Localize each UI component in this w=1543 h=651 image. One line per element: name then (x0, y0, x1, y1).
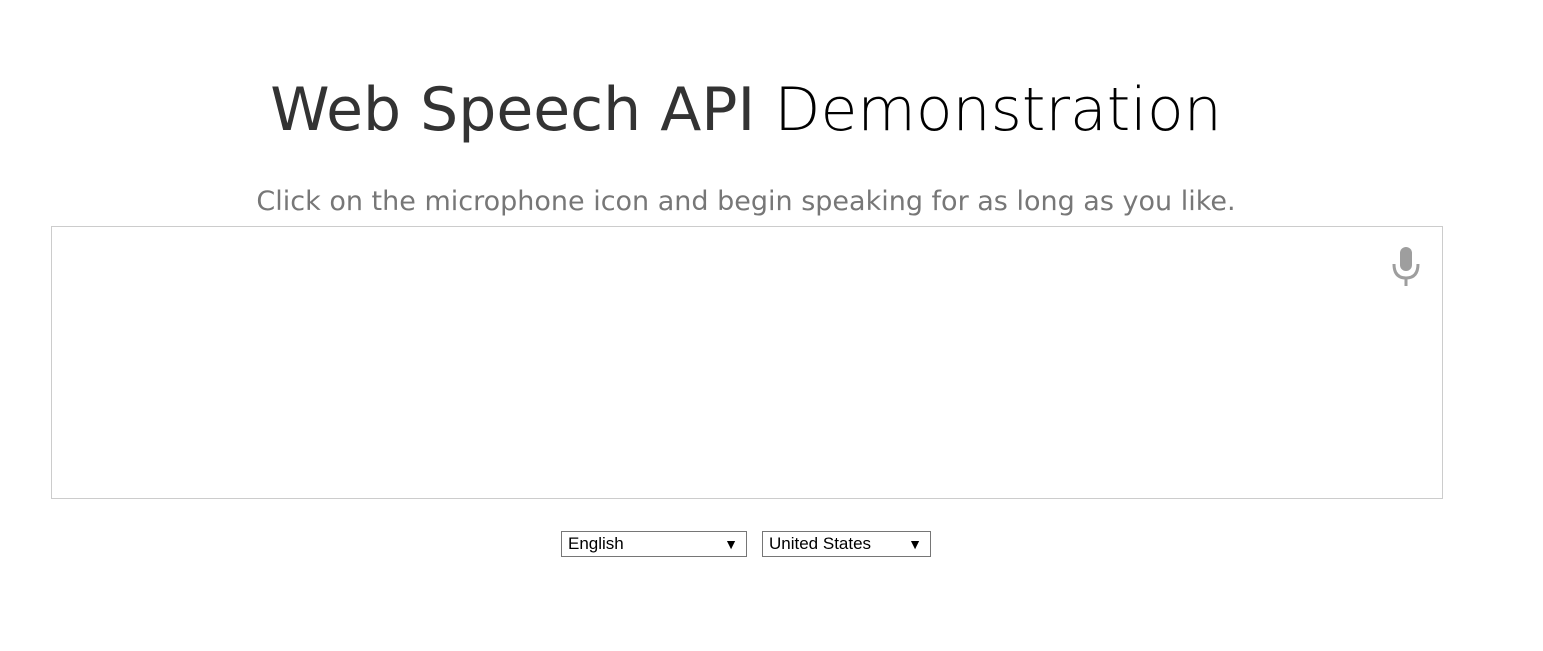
page-title: Web Speech API Demonstration (0, 70, 1492, 150)
language-select-value: English (568, 534, 624, 553)
dialect-select-value: United States (769, 534, 872, 553)
start-button[interactable] (1388, 245, 1424, 289)
info-start-message: Click on the microphone icon and begin s… (256, 186, 1236, 217)
microphone-icon (1392, 247, 1420, 286)
dropdown-arrow-icon: ▼ (908, 536, 922, 552)
dialect-select[interactable]: United States ▼ (762, 531, 931, 557)
language-select[interactable]: English ▼ (561, 531, 747, 557)
page-title-main: Web Speech API (270, 75, 756, 146)
results-box (51, 226, 1443, 499)
page-title-sub: Demonstration (774, 75, 1222, 146)
dropdown-arrow-icon: ▼ (724, 536, 738, 552)
